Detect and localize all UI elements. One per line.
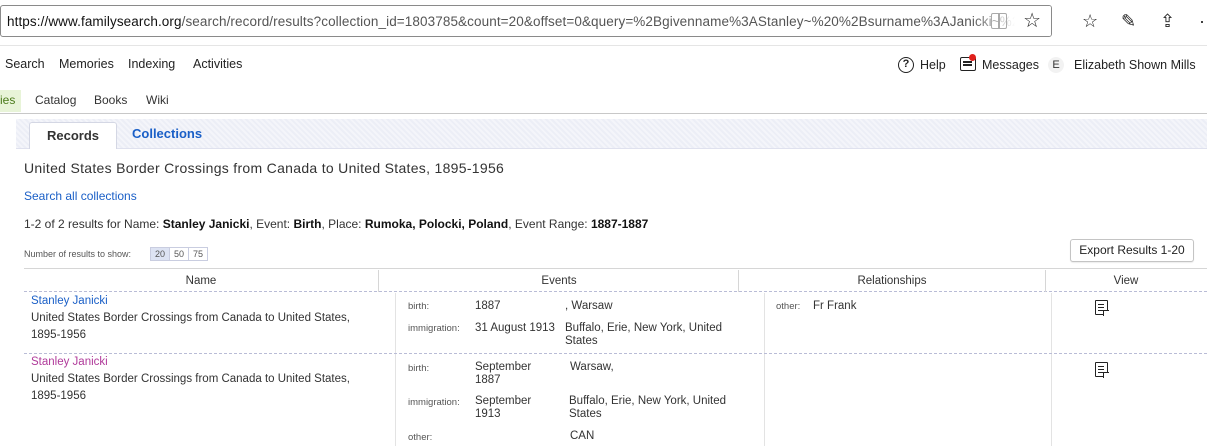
help-icon[interactable]: ? xyxy=(898,57,914,73)
messages-link[interactable]: Messages xyxy=(982,58,1039,72)
page-title: United States Border Crossings from Cana… xyxy=(24,160,505,176)
notification-dot xyxy=(969,54,976,61)
record-collection: United States Border Crossings from Cana… xyxy=(31,312,350,341)
event-label: birth: xyxy=(408,301,430,312)
relationship-label: other: xyxy=(776,301,801,312)
browser-toolbar: https://www.familysearch.org/search/reco… xyxy=(0,0,1207,46)
results-count-selector: 20 50 75 xyxy=(150,247,209,261)
event-place: Warsaw, xyxy=(570,361,614,373)
results-count-20[interactable]: 20 xyxy=(151,248,171,260)
event-place: , Warsaw xyxy=(565,300,613,312)
table-header: Name Events Relationships View xyxy=(24,268,1207,292)
pen-icon[interactable]: ✎ xyxy=(1121,10,1136,32)
reader-view-icon[interactable] xyxy=(991,13,1007,29)
event-date: 1887 xyxy=(475,300,501,312)
record-name-link[interactable]: Stanley Janicki xyxy=(31,295,108,307)
avatar[interactable]: E xyxy=(1048,57,1064,73)
column-header-relationships[interactable]: Relationships xyxy=(739,275,1045,287)
results-summary: 1-2 of 2 results for Name: Stanley Janic… xyxy=(24,217,649,231)
results-count-label: Number of results to show: xyxy=(24,249,132,259)
favorite-star-icon[interactable]: ☆ xyxy=(1023,9,1041,33)
event-date: 31 August 1913 xyxy=(475,322,555,334)
event-date: September 1913 xyxy=(475,395,532,420)
tab-collections[interactable]: Collections xyxy=(132,126,202,141)
event-place: Buffalo, Erie, New York, United States xyxy=(565,322,723,347)
event-label: immigration: xyxy=(408,323,460,334)
event-label: birth: xyxy=(408,363,430,374)
record-collection: United States Border Crossings from Cana… xyxy=(31,373,350,402)
event-place: Buffalo, Erie, New York, United States xyxy=(569,395,727,420)
export-results-button[interactable]: Export Results 1-20 xyxy=(1070,239,1194,262)
more-icon[interactable]: · xyxy=(1199,10,1205,32)
results-count-50[interactable]: 50 xyxy=(170,248,190,260)
event-label: other: xyxy=(408,432,433,443)
top-navigation: Search Memories Indexing Activities Help… xyxy=(0,46,1207,84)
event-label: immigration: xyxy=(408,397,460,408)
results-count-75[interactable]: 75 xyxy=(189,248,207,260)
subnav-item-wiki[interactable]: Wiki xyxy=(146,93,169,107)
column-header-name[interactable]: Name xyxy=(24,275,378,287)
nav-activities[interactable]: Activities xyxy=(193,57,242,71)
url-text: https://www.familysearch.org/search/reco… xyxy=(7,14,1040,29)
event-date: September 1887 xyxy=(475,361,532,386)
share-icon[interactable]: ⇪ xyxy=(1160,10,1175,32)
relationship-value: Fr Frank xyxy=(813,300,857,312)
user-name[interactable]: Elizabeth Shown Mills xyxy=(1074,58,1196,72)
tab-records[interactable]: Records xyxy=(29,122,117,149)
address-bar[interactable]: https://www.familysearch.org/search/reco… xyxy=(0,5,1052,37)
subnav-item-books[interactable]: Books xyxy=(94,93,127,107)
column-header-view[interactable]: View xyxy=(1046,275,1206,287)
subnav-item-active[interactable]: ies xyxy=(0,90,21,112)
nav-memories[interactable]: Memories xyxy=(59,57,114,71)
nav-search[interactable]: Search xyxy=(5,57,45,71)
record-name-link[interactable]: Stanley Janicki xyxy=(31,356,108,368)
subnav-item-catalog[interactable]: Catalog xyxy=(35,93,76,107)
column-header-events[interactable]: Events xyxy=(379,275,739,287)
nav-indexing[interactable]: Indexing xyxy=(128,57,175,71)
view-record-icon[interactable] xyxy=(1095,300,1109,316)
search-all-collections-link[interactable]: Search all collections xyxy=(24,189,137,203)
favorites-list-icon[interactable]: ☆ xyxy=(1082,10,1098,32)
sub-navigation: ies Catalog Books Wiki xyxy=(0,84,1207,114)
help-link[interactable]: Help xyxy=(920,58,946,72)
event-place: CAN xyxy=(570,430,595,442)
view-record-icon[interactable] xyxy=(1095,362,1109,378)
